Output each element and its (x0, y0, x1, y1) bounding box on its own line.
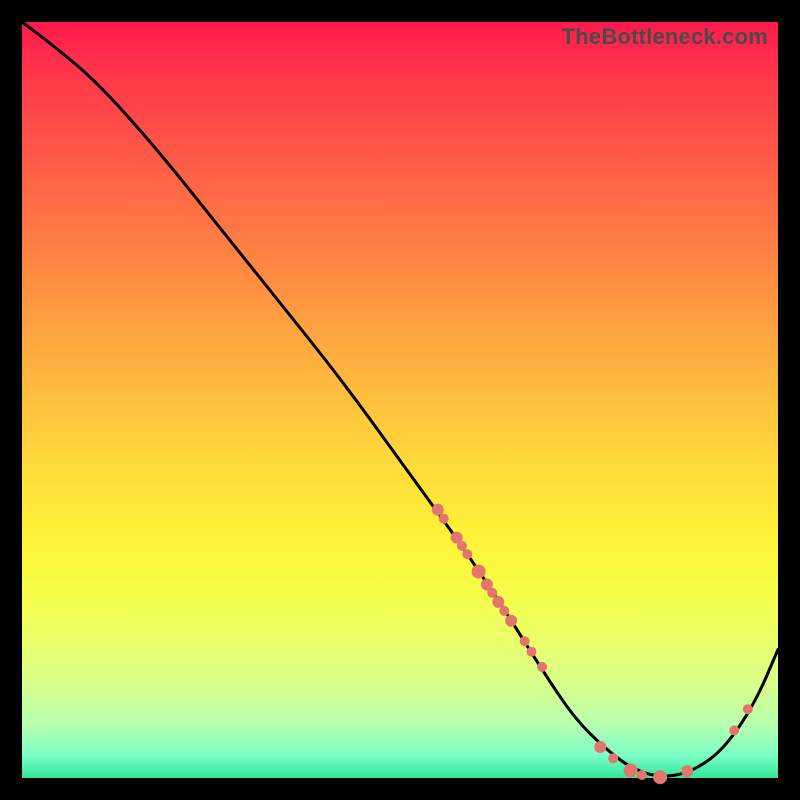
data-point (537, 662, 547, 672)
data-point (499, 606, 509, 616)
data-point (472, 565, 486, 579)
data-point (637, 770, 647, 780)
data-point (608, 753, 618, 763)
data-point (439, 514, 449, 524)
plot-area: TheBottleneck.com (22, 22, 778, 778)
data-point (729, 725, 739, 735)
chart-frame: TheBottleneck.com (0, 0, 800, 800)
data-point (653, 770, 667, 784)
data-point (594, 741, 606, 753)
data-point (527, 647, 537, 657)
data-point (432, 504, 444, 516)
chart-svg (22, 22, 778, 778)
data-points-group (432, 504, 753, 785)
data-point (457, 541, 467, 551)
data-point (462, 549, 472, 559)
data-point (487, 588, 497, 598)
data-point (681, 765, 693, 777)
data-point (520, 636, 530, 646)
data-point (492, 596, 504, 608)
bottleneck-curve (22, 22, 778, 776)
data-point (505, 615, 517, 627)
data-point (743, 704, 753, 714)
data-point (624, 763, 638, 777)
